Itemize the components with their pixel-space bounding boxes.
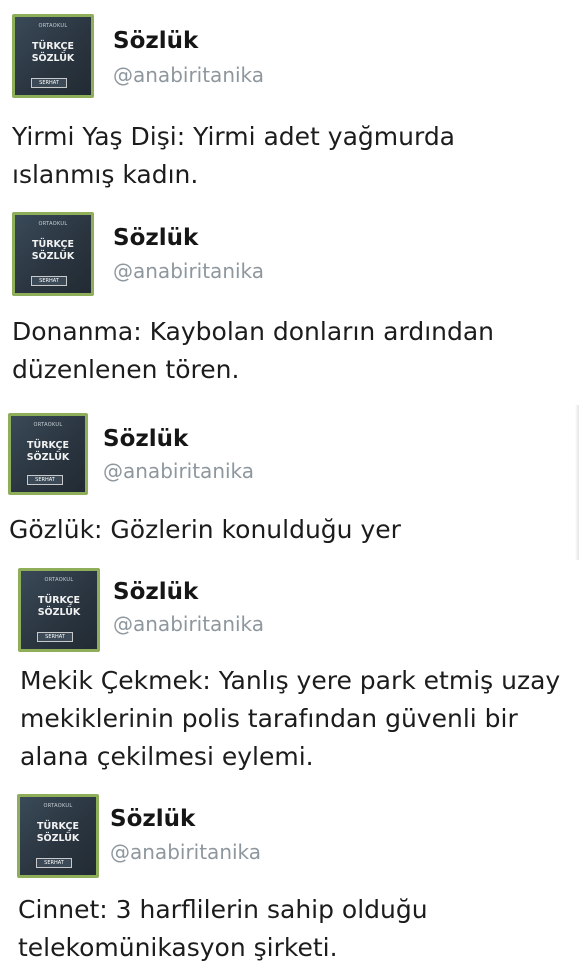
avatar-badge: SERHAT	[31, 78, 67, 88]
avatar-top-label: ORTAOKUL	[33, 422, 63, 428]
tweet-text-line: Mekik Çekmek: Yanlış yere park etmiş uza…	[20, 666, 561, 695]
avatar-title-line1: TÜRKÇE	[37, 821, 79, 832]
display-name[interactable]: Sözlük	[113, 578, 198, 606]
avatar-top-label: ORTAOKUL	[38, 221, 68, 227]
tweet-text: Donanma: Kaybolan donların ardından düze…	[12, 313, 494, 389]
avatar-title-line1: TÜRKÇE	[32, 239, 74, 250]
avatar-title-line2: SÖZLÜK	[26, 452, 70, 463]
tweet-text-line: mekiklerinin polis tarafından güvenli bi…	[20, 704, 518, 733]
tweet-text: Gözlük: Gözlerin konulduğu yer	[9, 511, 401, 549]
avatar-title: TÜRKÇE SÖZLÜK	[21, 595, 97, 619]
avatar-title-line2: SÖZLÜK	[36, 833, 80, 844]
tweet-text-line: Gözlük: Gözlerin konulduğu yer	[9, 515, 401, 544]
tweet-text-line: Cinnet: 3 harflilerin sahip olduğu	[18, 895, 428, 924]
avatar-title-line1: TÜRKÇE	[38, 595, 80, 606]
tweet-2: ORTAOKUL TÜRKÇE SÖZLÜK SERHAT Sözlük @an…	[0, 205, 579, 405]
tweet-text: Cinnet: 3 harflilerin sahip olduğu telek…	[18, 891, 428, 967]
user-handle[interactable]: @anabiritanika	[113, 611, 264, 637]
tweet-text-line: düzenlenen tören.	[12, 355, 240, 384]
tweet-1: ORTAOKUL TÜRKÇE SÖZLÜK SERHAT Sözlük @an…	[0, 0, 579, 205]
avatar[interactable]: ORTAOKUL TÜRKÇE SÖZLÜK SERHAT	[12, 14, 94, 98]
avatar-title-line2: SÖZLÜK	[37, 607, 81, 618]
avatar-badge: SERHAT	[36, 858, 72, 868]
display-name[interactable]: Sözlük	[110, 805, 195, 833]
avatar[interactable]: ORTAOKUL TÜRKÇE SÖZLÜK SERHAT	[18, 568, 100, 652]
display-name[interactable]: Sözlük	[113, 224, 198, 252]
avatar-title: TÜRKÇE SÖZLÜK	[20, 821, 96, 845]
avatar-title: TÜRKÇE SÖZLÜK	[15, 41, 91, 65]
avatar-title: TÜRKÇE SÖZLÜK	[11, 440, 85, 464]
avatar-badge: SERHAT	[31, 276, 67, 286]
user-handle[interactable]: @anabiritanika	[110, 839, 261, 865]
avatar-title-line1: TÜRKÇE	[32, 41, 74, 52]
tweet-5: ORTAOKUL TÜRKÇE SÖZLÜK SERHAT Sözlük @an…	[0, 785, 579, 962]
avatar-title-line1: TÜRKÇE	[27, 440, 69, 451]
tweet-text: Mekik Çekmek: Yanlış yere park etmiş uza…	[20, 662, 560, 776]
avatar-title: TÜRKÇE SÖZLÜK	[15, 239, 91, 263]
display-name[interactable]: Sözlük	[103, 425, 188, 453]
avatar[interactable]: ORTAOKUL TÜRKÇE SÖZLÜK SERHAT	[8, 413, 88, 495]
avatar[interactable]: ORTAOKUL TÜRKÇE SÖZLÜK SERHAT	[17, 794, 99, 878]
display-name[interactable]: Sözlük	[113, 27, 198, 55]
avatar-badge: SERHAT	[27, 475, 63, 485]
avatar-top-label: ORTAOKUL	[38, 23, 68, 29]
tweet-text-line: ıslanmış kadın.	[12, 160, 199, 189]
tweet-text-line: Yirmi Yaş Dişi: Yirmi adet yağmurda	[12, 122, 456, 151]
edge-shadow	[575, 405, 579, 560]
tweet-text: Yirmi Yaş Dişi: Yirmi adet yağmurda ısla…	[12, 118, 455, 194]
tweet-3: ORTAOKUL TÜRKÇE SÖZLÜK SERHAT Sözlük @an…	[0, 405, 579, 560]
user-handle[interactable]: @anabiritanika	[103, 458, 254, 484]
avatar-badge: SERHAT	[37, 632, 73, 642]
tweet-4: ORTAOKUL TÜRKÇE SÖZLÜK SERHAT Sözlük @an…	[0, 560, 579, 785]
avatar-top-label: ORTAOKUL	[43, 803, 73, 809]
tweet-text-line: Donanma: Kaybolan donların ardından	[12, 317, 495, 346]
avatar-top-label: ORTAOKUL	[44, 577, 74, 583]
user-handle[interactable]: @anabiritanika	[113, 62, 264, 88]
tweet-text-line: alana çekilmesi eylemi.	[20, 742, 314, 771]
avatar-title-line2: SÖZLÜK	[31, 53, 75, 64]
user-handle[interactable]: @anabiritanika	[113, 258, 264, 284]
avatar-title-line2: SÖZLÜK	[31, 251, 75, 262]
tweet-text-line: telekomünikasyon şirketi.	[18, 933, 338, 962]
avatar[interactable]: ORTAOKUL TÜRKÇE SÖZLÜK SERHAT	[12, 212, 94, 296]
